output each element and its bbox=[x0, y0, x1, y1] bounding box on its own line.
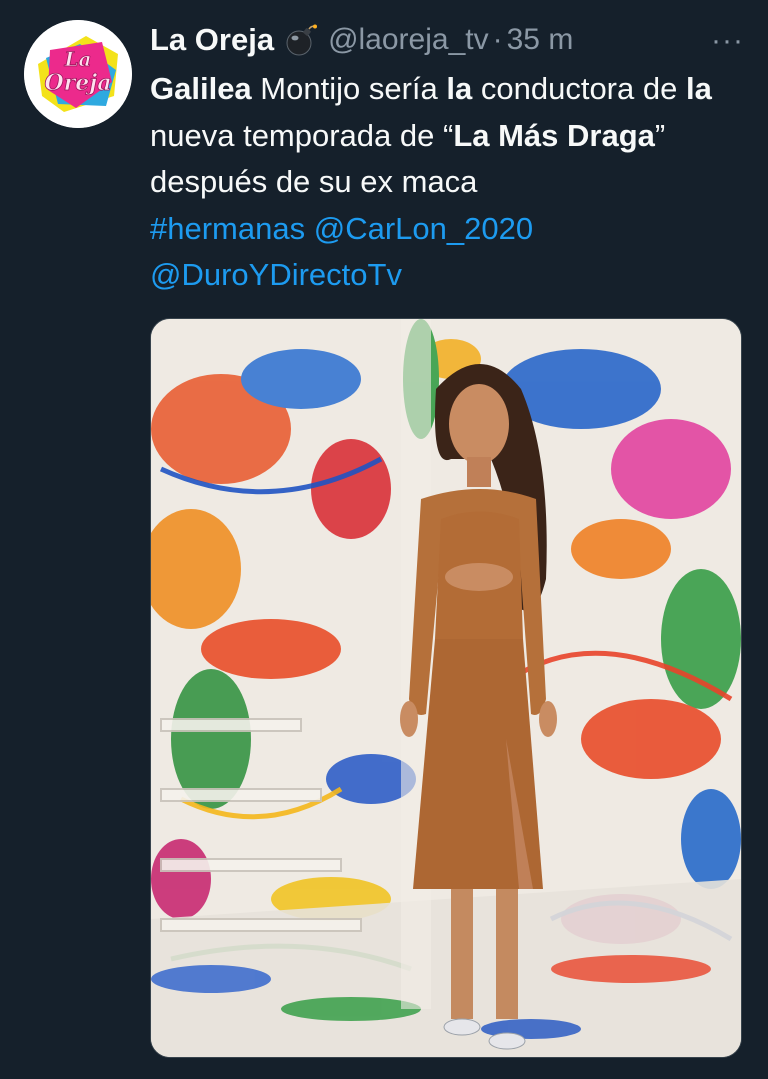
tweet-text-body: Galilea Montijo sería la conductora de l… bbox=[150, 71, 712, 199]
tweet-header: La Oreja @laoreja_tv · 35 m ··· bbox=[150, 18, 744, 62]
tweet-text-run: Montijo sería bbox=[251, 71, 447, 106]
tweet-photo[interactable] bbox=[150, 318, 742, 1058]
avatar[interactable]: La Oreja bbox=[24, 20, 132, 128]
tweet-text-bold: la bbox=[685, 71, 712, 106]
timestamp[interactable]: 35 m bbox=[507, 23, 574, 57]
tweet-text-run: conductora de bbox=[472, 71, 686, 106]
display-name[interactable]: La Oreja bbox=[150, 22, 274, 58]
svg-text:Oreja: Oreja bbox=[45, 70, 112, 96]
bomb-icon bbox=[284, 23, 318, 57]
more-options-icon[interactable]: ··· bbox=[711, 24, 744, 58]
mention-link[interactable]: @DuroYDirectoTv bbox=[150, 257, 402, 292]
tweet-text-bold: la bbox=[446, 71, 473, 106]
tweet[interactable]: La Oreja La Oreja @laoreja_tv · 35 m ···… bbox=[0, 0, 768, 1079]
tweet-text-bold: Galilea bbox=[150, 71, 252, 106]
svg-text:La: La bbox=[63, 47, 91, 71]
hashtag-link[interactable]: #hermanas bbox=[150, 211, 305, 246]
tweet-text-bold: La Más Draga bbox=[453, 117, 655, 153]
separator: · bbox=[492, 23, 503, 56]
mention-link[interactable]: @CarLon_2020 bbox=[314, 211, 533, 246]
tweet-text-run: nueva temporada de “ bbox=[150, 117, 454, 153]
handle[interactable]: @laoreja_tv bbox=[328, 23, 489, 57]
tweet-text: Galilea Montijo sería la conductora de l… bbox=[150, 66, 750, 299]
